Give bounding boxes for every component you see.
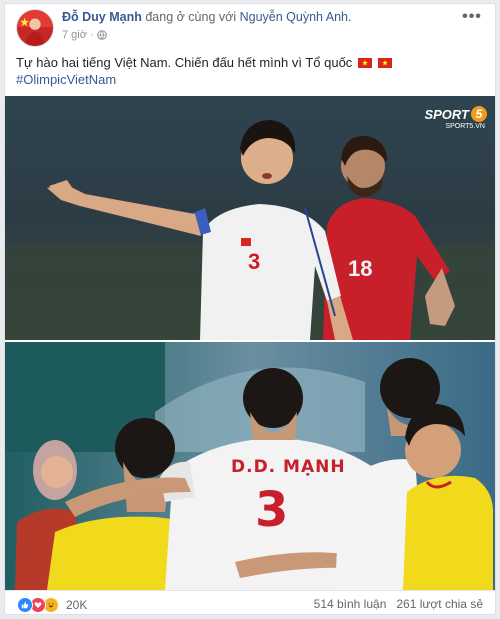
- post-footer: 20K 514 bình luận 261 lượt chia sẻ: [5, 590, 495, 614]
- reaction-count: 20K: [66, 598, 88, 612]
- tagged-name[interactable]: Nguyễn Quỳnh Anh.: [240, 10, 352, 24]
- shirt-number-white: 3: [248, 249, 261, 274]
- flag-vietnam-icon: [377, 58, 392, 68]
- post-text-line: Tự hào hai tiếng Việt Nam. Chiến đấu hết…: [16, 54, 392, 71]
- post-photo-2[interactable]: D.D. MẠNH 3: [5, 342, 495, 590]
- post-meta: 7 giờ ·: [62, 29, 107, 41]
- avatar[interactable]: [16, 9, 54, 47]
- hashtag-link[interactable]: #OlimpicVietNam: [16, 72, 116, 87]
- reaction-summary[interactable]: 20K: [17, 597, 87, 613]
- watermark-sub: SPORT5.VN: [445, 123, 485, 130]
- post-stats: 514 bình luận 261 lượt chia sẻ: [314, 597, 483, 611]
- photo-1-image: [5, 96, 495, 340]
- globe-icon[interactable]: [96, 30, 107, 40]
- watermark-badge: 5: [471, 106, 487, 122]
- author-name[interactable]: Đỗ Duy Mạnh: [62, 10, 142, 24]
- like-icon: [17, 597, 33, 613]
- watermark-text: SPORT: [424, 106, 469, 122]
- comments-count[interactable]: 514 bình luận: [314, 597, 387, 611]
- with-text: đang ở cùng với: [145, 10, 237, 24]
- post-header: Đỗ Duy Mạnh đang ở cùng với Nguyễn Quỳnh…: [5, 4, 495, 47]
- shirt-number-red: 18: [348, 256, 373, 281]
- more-icon[interactable]: •••: [461, 8, 483, 26]
- shares-count[interactable]: 261 lượt chia sẻ: [396, 597, 483, 611]
- post-photo-1[interactable]: SPORT 5 SPORT5.VN 3 18: [5, 96, 495, 340]
- jersey-name: D.D. MẠNH: [231, 457, 346, 477]
- post-card: Đỗ Duy Mạnh đang ở cùng với Nguyễn Quỳnh…: [4, 3, 496, 615]
- avatar-image: [17, 10, 53, 46]
- flag-vietnam-icon: [357, 58, 372, 68]
- header-name-line: Đỗ Duy Mạnh đang ở cùng với Nguyễn Quỳnh…: [62, 10, 351, 24]
- post-time[interactable]: 7 giờ ·: [62, 29, 94, 41]
- jersey-number: 3: [255, 482, 289, 538]
- post-text: Tự hào hai tiếng Việt Nam. Chiến đấu hết…: [16, 55, 353, 70]
- sport5-watermark: SPORT 5: [424, 106, 487, 122]
